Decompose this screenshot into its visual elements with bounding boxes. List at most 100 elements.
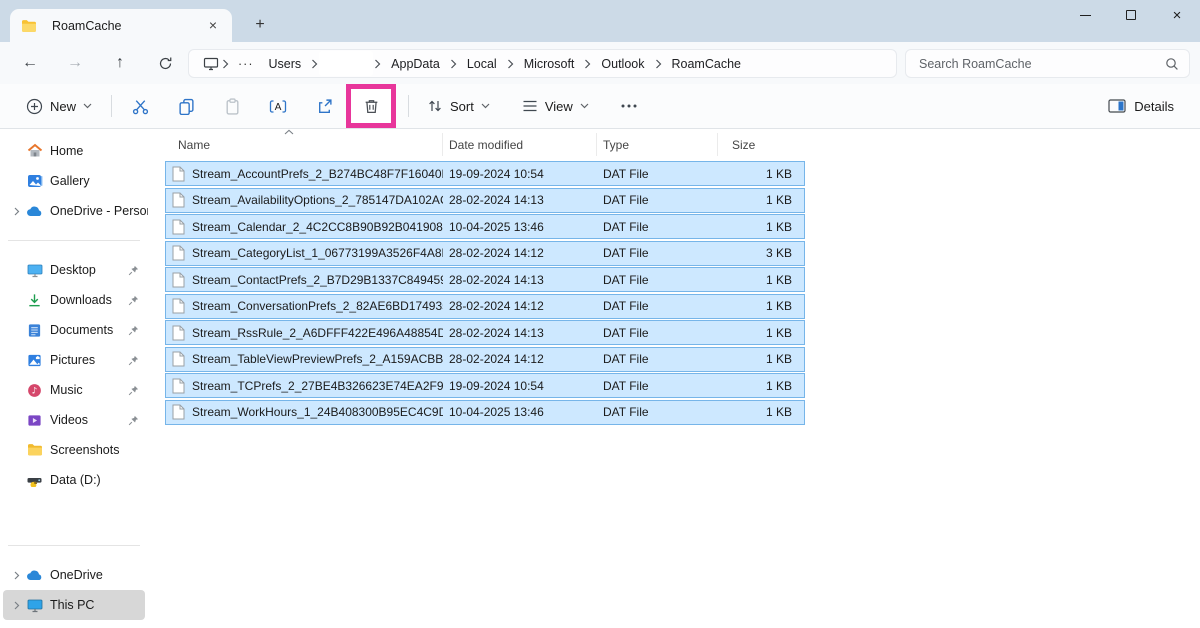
share-button[interactable] <box>305 88 343 124</box>
cut-button[interactable] <box>121 88 159 124</box>
breadcrumb: ··· Users AppData Local Microsoft Outloo… <box>188 49 897 78</box>
column-headers: Name Date modified Type Size <box>165 133 805 156</box>
sidebar-item-home[interactable]: Home <box>0 136 148 166</box>
breadcrumb-item-outlook[interactable]: Outlook <box>592 57 653 71</box>
chevron-down-icon <box>83 103 92 109</box>
forward-button[interactable]: → <box>59 48 91 78</box>
sidebar-item-documents[interactable]: Documents <box>0 315 148 345</box>
breadcrumb-item-local[interactable]: Local <box>458 57 506 71</box>
tab-close-icon[interactable]: × <box>204 17 222 35</box>
chevron-right-icon[interactable] <box>8 207 26 216</box>
command-bar: New A <box>0 84 1200 129</box>
sidebar-item-gallery[interactable]: Gallery <box>0 166 148 196</box>
chevron-right-icon <box>654 59 663 69</box>
file-row[interactable]: Stream_TableViewPreviewPrefs_2_A159ACBB8… <box>165 347 805 372</box>
breadcrumb-item-roamcache[interactable]: RoamCache <box>663 57 750 71</box>
breadcrumb-ellipsis[interactable]: ··· <box>230 57 260 71</box>
rename-icon: A <box>269 98 287 115</box>
file-row[interactable]: Stream_AccountPrefs_2_B274BC48F7F16040BA… <box>165 161 805 186</box>
paste-button[interactable] <box>213 88 251 124</box>
close-icon: × <box>1173 8 1182 23</box>
minimize-button[interactable] <box>1062 0 1108 30</box>
close-button[interactable]: × <box>1154 0 1200 30</box>
toolbar-separator <box>111 95 112 117</box>
sidebar-item-videos[interactable]: Videos <box>0 405 148 435</box>
file-row[interactable]: Stream_Calendar_2_4C2CC8B90B92B041908EF.… <box>165 214 805 239</box>
maximize-button[interactable] <box>1108 0 1154 30</box>
folder-icon <box>26 442 43 459</box>
maximize-icon <box>1126 10 1136 20</box>
chevron-right-icon[interactable] <box>8 571 26 580</box>
home-icon <box>26 143 43 160</box>
column-header-date-modified[interactable]: Date modified <box>443 133 597 156</box>
new-button[interactable]: New <box>16 91 102 122</box>
breadcrumb-item-microsoft[interactable]: Microsoft <box>515 57 584 71</box>
file-icon <box>172 404 185 420</box>
downloads-icon <box>26 292 43 309</box>
search-input[interactable] <box>919 57 1165 71</box>
sidebar-item-desktop[interactable]: Desktop <box>0 255 148 285</box>
sidebar-item-data-drive[interactable]: Data (D:) <box>0 465 148 495</box>
sidebar-item-onedrive-personal[interactable]: OneDrive - Persona <box>0 196 148 226</box>
refresh-icon <box>158 56 173 71</box>
file-row[interactable]: Stream_WorkHours_1_24B408300B95EC4C9DB..… <box>165 400 805 425</box>
more-icon <box>621 104 637 108</box>
chevron-right-icon <box>449 59 458 69</box>
sort-button-label: Sort <box>450 99 474 114</box>
file-icon <box>172 219 185 235</box>
refresh-button[interactable] <box>149 48 181 78</box>
file-icon <box>172 245 185 261</box>
pin-icon <box>126 355 140 366</box>
titlebar: RoamCache × + × <box>0 0 1200 42</box>
file-icon <box>172 325 185 341</box>
file-icon <box>172 378 185 394</box>
sort-arrows-icon <box>427 98 443 114</box>
file-row[interactable]: Stream_TCPrefs_2_27BE4B326623E74EA2F953A… <box>165 373 805 398</box>
delete-button[interactable] <box>363 98 380 115</box>
pin-icon <box>126 385 140 396</box>
search-icon <box>1165 57 1179 71</box>
clipboard-icon <box>224 98 241 115</box>
explorer-tab[interactable]: RoamCache × <box>10 9 232 42</box>
view-list-icon <box>522 99 538 113</box>
breadcrumb-item-appdata[interactable]: AppData <box>382 57 449 71</box>
sidebar: Home Gallery OneDrive - Persona Desktop … <box>0 129 148 628</box>
minimize-icon <box>1080 15 1091 16</box>
back-button[interactable]: ← <box>14 48 46 78</box>
sidebar-item-this-pc[interactable]: This PC <box>3 590 145 620</box>
sidebar-item-music[interactable]: ♪ Music <box>0 375 148 405</box>
file-icon <box>172 192 185 208</box>
plus-circle-icon <box>26 98 43 115</box>
onedrive-cloud-icon <box>26 203 43 220</box>
column-header-size[interactable]: Size <box>718 133 805 156</box>
sidebar-item-downloads[interactable]: Downloads <box>0 285 148 315</box>
new-button-label: New <box>50 99 76 114</box>
sort-button[interactable]: Sort <box>418 91 499 121</box>
pin-icon <box>126 295 140 306</box>
new-tab-button[interactable]: + <box>248 14 272 36</box>
file-row[interactable]: Stream_AvailabilityOptions_2_785147DA102… <box>165 188 805 213</box>
more-options-button[interactable] <box>610 88 648 124</box>
file-row[interactable]: Stream_CategoryList_1_06773199A3526F4A8D… <box>165 241 805 266</box>
file-row[interactable]: Stream_ContactPrefs_2_B7D29B1337C8494590… <box>165 267 805 292</box>
chevron-right-icon <box>506 59 515 69</box>
sidebar-item-screenshots[interactable]: Screenshots <box>0 435 148 465</box>
file-row[interactable]: Stream_RssRule_2_A6DFFF422E496A48854DF5F… <box>165 320 805 345</box>
sidebar-item-onedrive[interactable]: OneDrive <box>0 560 148 590</box>
column-header-type[interactable]: Type <box>597 133 718 156</box>
breadcrumb-item-users[interactable]: Users <box>260 57 311 71</box>
sidebar-item-pictures[interactable]: Pictures <box>0 345 148 375</box>
chevron-right-icon[interactable] <box>8 601 26 610</box>
file-icon <box>172 298 185 314</box>
gallery-icon <box>26 173 43 190</box>
column-header-name[interactable]: Name <box>165 133 443 156</box>
copy-button[interactable] <box>167 88 205 124</box>
details-button[interactable]: Details <box>1098 92 1184 121</box>
up-button[interactable]: ↑ <box>104 48 136 78</box>
breadcrumb-username-redacted[interactable] <box>319 51 373 76</box>
file-icon <box>172 166 185 182</box>
view-button[interactable]: View <box>513 92 598 121</box>
file-row[interactable]: Stream_ConversationPrefs_2_82AE6BD174935… <box>165 294 805 319</box>
desktop-icon <box>26 262 43 279</box>
rename-button[interactable]: A <box>259 88 297 124</box>
